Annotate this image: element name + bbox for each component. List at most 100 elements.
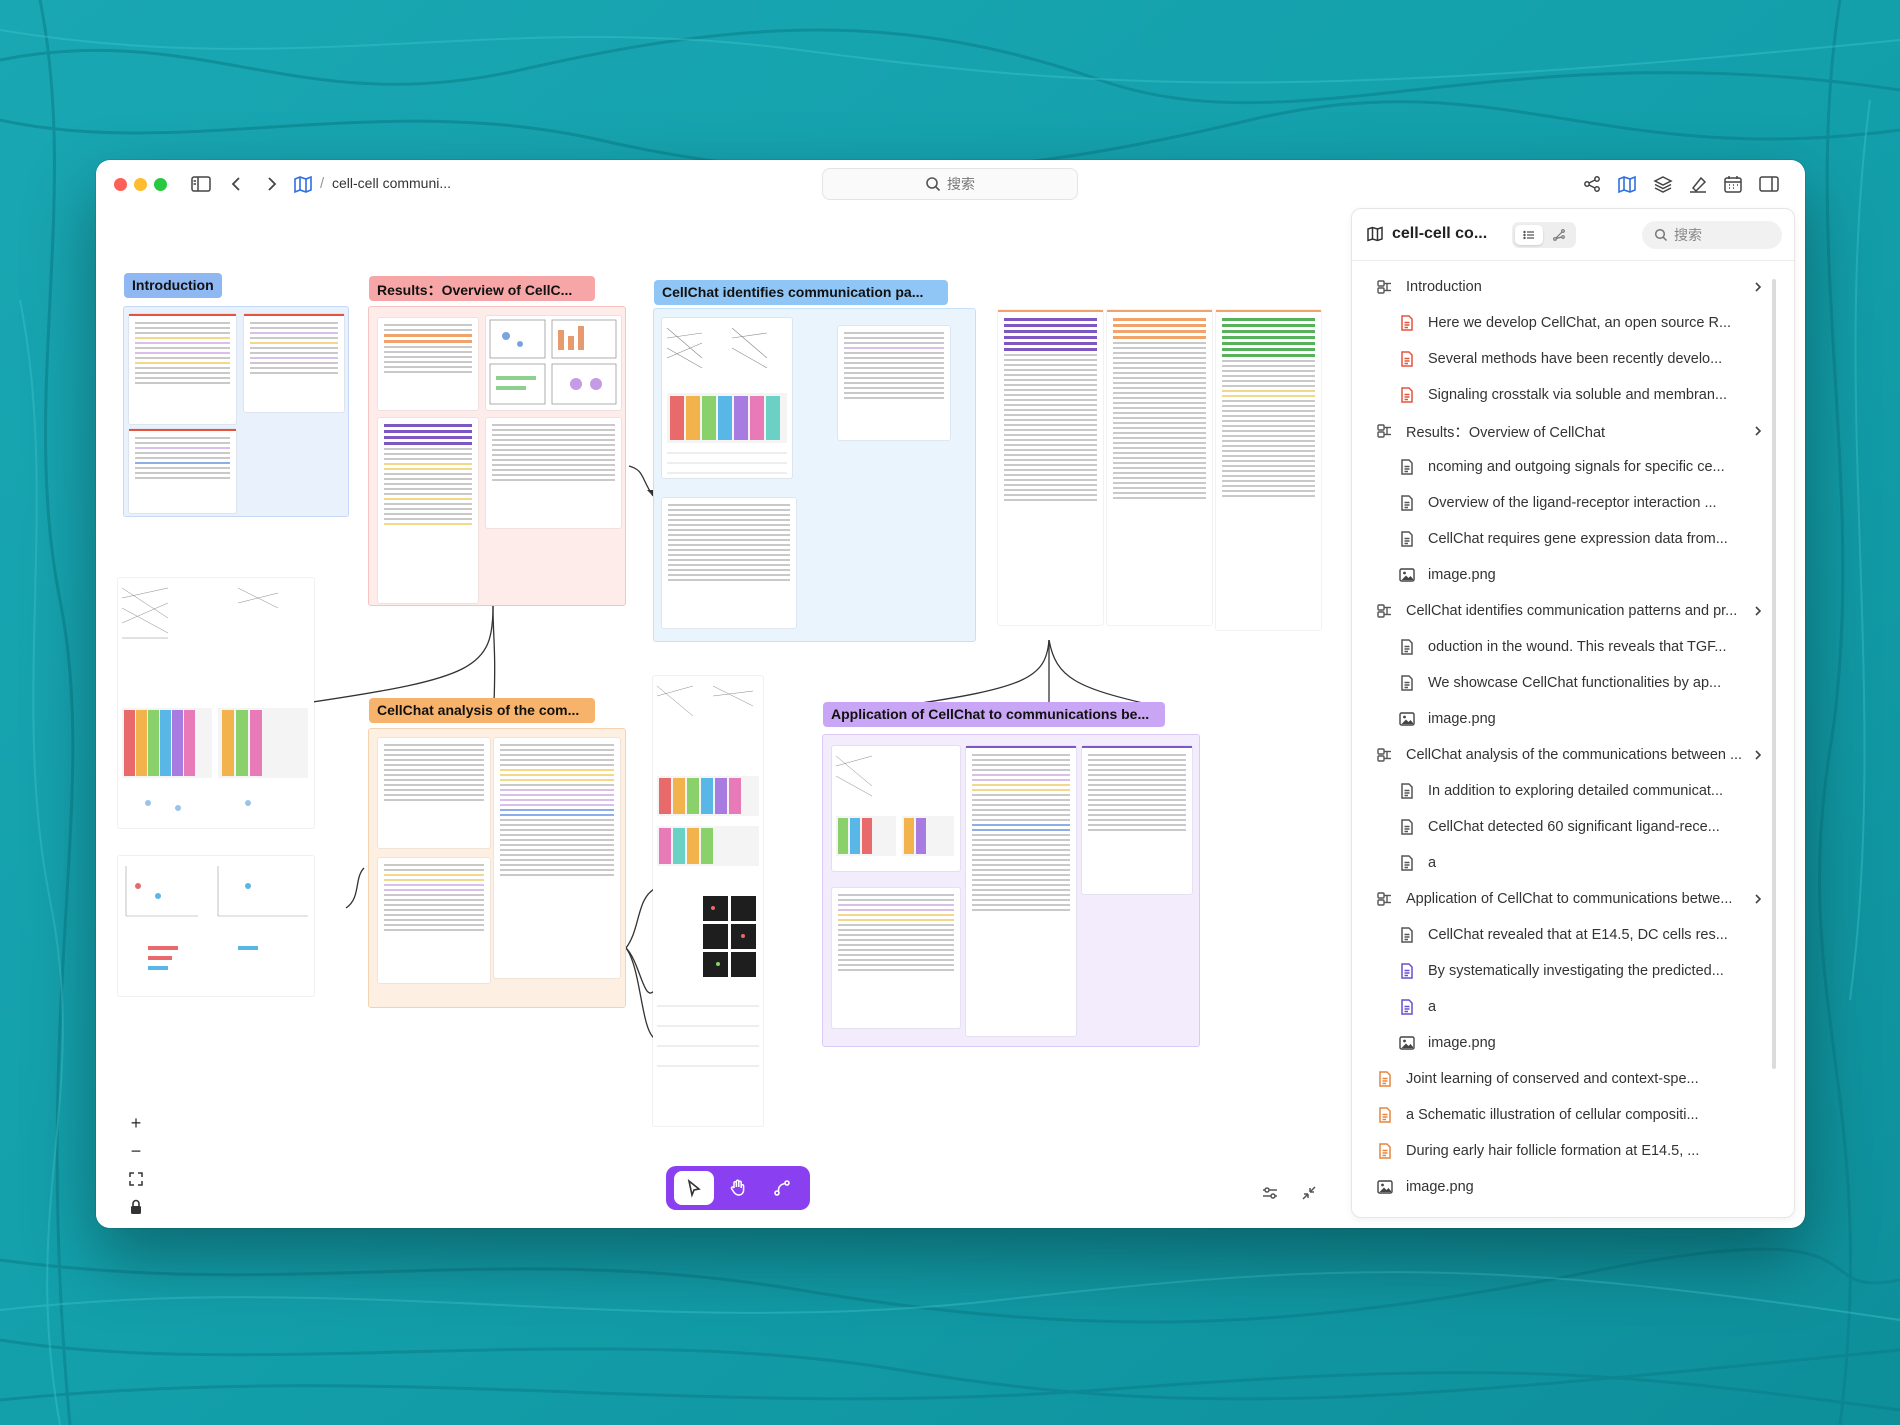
outline-doc-item[interactable]: In addition to exploring detailed commun… <box>1352 773 1782 809</box>
left-figure-image-1[interactable] <box>118 578 314 828</box>
lock-icon[interactable] <box>125 1196 147 1218</box>
outline-doc-item[interactable]: During early hair follicle formation at … <box>1352 1133 1782 1169</box>
identifies-group-label[interactable]: CellChat identifies communication pa... <box>654 280 948 305</box>
analysis-text-card-1[interactable] <box>378 738 490 848</box>
share-icon[interactable] <box>1581 174 1603 194</box>
outline-doc-item[interactable]: We showcase CellChat functionalities by … <box>1352 665 1782 701</box>
zoom-in-button[interactable]: + <box>125 1112 147 1134</box>
outline-doc-item[interactable]: CellChat revealed that at E14.5, DC cell… <box>1352 917 1782 953</box>
schematic-text-card[interactable] <box>998 310 1103 625</box>
results-text-card-2[interactable] <box>378 418 478 603</box>
select-tool[interactable] <box>674 1171 714 1205</box>
zoom-controls: + − <box>120 1108 152 1228</box>
hair-follicle-text-card[interactable] <box>1216 310 1321 630</box>
chevron-right-icon[interactable] <box>1752 424 1764 438</box>
list-view-button[interactable] <box>1515 225 1543 245</box>
outline-item-label: In addition to exploring detailed commun… <box>1428 783 1724 799</box>
forward-icon[interactable] <box>260 174 282 194</box>
right-sidebar-toggle-icon[interactable] <box>1758 174 1780 194</box>
identifies-text-card-2[interactable] <box>662 498 796 628</box>
view-mode-switch <box>1512 222 1576 248</box>
outline-doc-item[interactable]: Here we develop CellChat, an open source… <box>1352 305 1782 341</box>
outline-image-item[interactable]: image.png <box>1352 1025 1782 1061</box>
application-text-card-3[interactable] <box>832 888 960 1028</box>
document-icon <box>1398 638 1416 656</box>
outline-item-label: During early hair follicle formation at … <box>1406 1143 1700 1159</box>
outline-doc-item[interactable]: a Schematic illustration of cellular com… <box>1352 1097 1782 1133</box>
outline-doc-item[interactable]: ncoming and outgoing signals for specifi… <box>1352 449 1782 485</box>
zoom-window-button[interactable] <box>154 178 167 191</box>
chevron-right-icon[interactable] <box>1752 892 1764 906</box>
document-icon <box>1398 962 1416 980</box>
document-icon <box>1398 314 1416 332</box>
outline-panel-title: cell-cell co... <box>1392 225 1488 242</box>
outline-search-field[interactable]: 搜索 <box>1642 221 1782 249</box>
outline-doc-item[interactable]: CellChat detected 60 significant ligand-… <box>1352 809 1782 845</box>
global-search-field[interactable]: 搜索 <box>822 168 1078 200</box>
application-text-card-2[interactable] <box>1082 746 1192 894</box>
intro-text-card-2[interactable] <box>244 314 344 412</box>
hand-tool[interactable] <box>718 1171 758 1205</box>
mindmap-view-icon[interactable] <box>1616 174 1638 194</box>
breadcrumb-document-title[interactable]: cell-cell communi... <box>332 175 451 191</box>
outline-doc-item[interactable]: By systematically investigating the pred… <box>1352 953 1782 989</box>
outline-doc-item[interactable]: oduction in the wound. This reveals that… <box>1352 629 1782 665</box>
analysis-text-card-3[interactable] <box>378 858 490 983</box>
back-icon[interactable] <box>226 174 248 194</box>
application-text-card-1[interactable] <box>966 746 1076 1036</box>
identifies-figure-image[interactable] <box>662 318 792 478</box>
chevron-right-icon[interactable] <box>1752 280 1764 294</box>
whiteboard-canvas[interactable]: Introduction Results：Overview of CellC..… <box>96 208 1348 1228</box>
canvas-settings-icon[interactable] <box>1259 1182 1281 1204</box>
application-group-label[interactable]: Application of CellChat to communication… <box>823 702 1165 727</box>
calendar-icon[interactable] <box>1722 174 1744 194</box>
connector-tool[interactable] <box>762 1171 802 1205</box>
application-figure-image[interactable] <box>832 746 960 871</box>
outline-section[interactable]: CellChat identifies communication patter… <box>1352 593 1782 629</box>
collapse-icon[interactable] <box>1298 1182 1320 1204</box>
outline-scrollbar[interactable] <box>1772 279 1776 1069</box>
highlighter-icon[interactable] <box>1687 174 1709 194</box>
results-figure-image[interactable] <box>486 316 621 410</box>
results-group-label[interactable]: Results：Overview of CellC... <box>369 276 595 301</box>
joint-learning-text-card[interactable] <box>1107 310 1212 625</box>
outline-doc-item[interactable]: Overview of the ligand-receptor interact… <box>1352 485 1782 521</box>
sidebar-toggle-icon[interactable] <box>190 174 212 194</box>
layers-icon[interactable] <box>1652 174 1674 194</box>
outline-section[interactable]: Application of CellChat to communication… <box>1352 881 1782 917</box>
outline-doc-item[interactable]: Signaling crosstalk via soluble and memb… <box>1352 377 1782 413</box>
outline-item-label: image.png <box>1428 567 1496 583</box>
document-icon <box>1398 854 1416 872</box>
identifies-text-card-1[interactable] <box>838 326 950 440</box>
chevron-right-icon[interactable] <box>1752 604 1764 618</box>
results-text-card-1[interactable] <box>378 318 478 410</box>
outline-doc-item[interactable]: Joint learning of conserved and context-… <box>1352 1061 1782 1097</box>
outline-image-item[interactable]: image.png <box>1352 557 1782 593</box>
results-text-card-3[interactable] <box>486 418 621 528</box>
outline-doc-item[interactable]: a <box>1352 845 1782 881</box>
close-window-button[interactable] <box>114 178 127 191</box>
left-figure-image-2[interactable] <box>118 856 314 996</box>
intro-text-card-3[interactable] <box>129 429 236 513</box>
middle-figure-image[interactable] <box>653 676 763 1126</box>
fit-to-screen-icon[interactable] <box>125 1168 147 1190</box>
outline-section[interactable]: Results：Overview of CellChat <box>1352 413 1782 449</box>
outline-item-label: We showcase CellChat functionalities by … <box>1428 675 1722 691</box>
tree-view-button[interactable] <box>1545 225 1573 245</box>
analysis-group-label[interactable]: CellChat analysis of the com... <box>369 698 595 723</box>
outline-section[interactable]: CellChat analysis of the communications … <box>1352 737 1782 773</box>
minimize-window-button[interactable] <box>134 178 147 191</box>
intro-text-card-1[interactable] <box>129 314 236 424</box>
outline-image-item[interactable]: image.png <box>1352 1169 1782 1205</box>
analysis-text-card-2[interactable] <box>494 738 620 978</box>
zoom-out-button[interactable]: − <box>125 1140 147 1162</box>
outline-doc-item[interactable]: a <box>1352 989 1782 1025</box>
document-icon <box>1398 818 1416 836</box>
outline-image-item[interactable]: image.png <box>1352 701 1782 737</box>
map-icon[interactable] <box>292 174 314 194</box>
outline-section[interactable]: Introduction <box>1352 269 1782 305</box>
introduction-group-label[interactable]: Introduction <box>124 273 222 298</box>
outline-doc-item[interactable]: Several methods have been recently devel… <box>1352 341 1782 377</box>
outline-doc-item[interactable]: CellChat requires gene expression data f… <box>1352 521 1782 557</box>
chevron-right-icon[interactable] <box>1752 748 1764 762</box>
